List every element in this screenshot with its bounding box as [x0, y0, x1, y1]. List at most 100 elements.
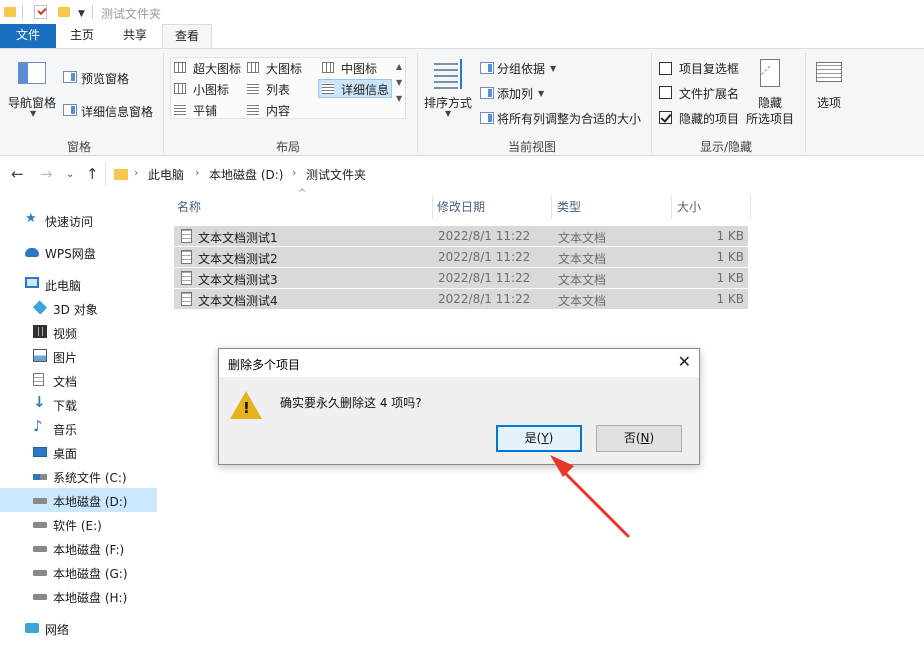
column-divider[interactable]	[671, 195, 672, 219]
table-row[interactable]: 文本文档测试2 2022/8/1 11:22 文本文档 1 KB	[174, 247, 748, 267]
size-all-columns-button[interactable]: 将所有列调整为合适的大小	[497, 110, 641, 127]
hidden-items-checkbox[interactable]	[659, 111, 672, 124]
sidebar-item[interactable]: ★ 快速访问	[0, 208, 157, 232]
breadcrumb-this-pc[interactable]: 此电脑	[148, 166, 184, 183]
add-columns-button[interactable]: 添加列	[497, 85, 533, 102]
sidebar-item[interactable]: ↓ 下载	[0, 392, 157, 416]
title-bar: ▼ 测试文件夹	[0, 0, 924, 24]
column-divider[interactable]	[432, 195, 433, 219]
layout-medium-icons[interactable]: 中图标	[341, 60, 377, 77]
recent-locations-chevron-icon[interactable]: ⌄	[66, 169, 74, 180]
tab-share[interactable]: 共享	[111, 24, 159, 48]
sidebar-item-label: 3D 对象	[53, 303, 98, 317]
content-icon	[247, 104, 259, 115]
sidebar-item[interactable]: 此电脑	[0, 272, 157, 296]
options-button[interactable]: 选项	[817, 94, 841, 111]
column-divider[interactable]	[551, 195, 552, 219]
layout-gallery-scroll[interactable]: ▲ ▼ ▼	[396, 59, 402, 107]
sidebar-item[interactable]: 3D 对象	[0, 296, 157, 320]
chevron-down-icon[interactable]: ▼	[538, 89, 544, 98]
tab-home[interactable]: 主页	[58, 24, 106, 48]
address-bar[interactable]: › 此电脑 › 本地磁盘 (D:) › 测试文件夹	[105, 162, 924, 186]
breadcrumb-chevron-icon[interactable]: ›	[134, 166, 138, 179]
back-arrow-icon[interactable]: ←	[11, 165, 24, 183]
column-header-type[interactable]: 类型	[557, 198, 581, 215]
chevron-down-icon[interactable]: ▼	[550, 64, 556, 73]
column-header-size[interactable]: 大小	[677, 198, 701, 215]
preview-pane-icon[interactable]	[63, 71, 77, 83]
cube-icon	[32, 300, 48, 315]
new-folder-icon[interactable]	[58, 7, 70, 17]
details-pane-icon[interactable]	[63, 104, 77, 116]
close-icon[interactable]: ✕	[678, 352, 691, 371]
file-name: 文本文档测试4	[198, 294, 278, 308]
chevron-down-icon[interactable]: ▼	[445, 109, 451, 118]
file-name: 文本文档测试2	[198, 252, 278, 266]
size-columns-icon	[480, 112, 494, 124]
hide-selected-label-1[interactable]: 隐藏	[758, 94, 782, 111]
show-hide-group-label: 显示/隐藏	[700, 140, 753, 154]
forward-arrow-icon[interactable]: →	[40, 165, 53, 183]
file-size: 1 KB	[716, 250, 744, 264]
properties-icon[interactable]	[34, 5, 47, 19]
layout-details[interactable]: 详细信息	[341, 81, 389, 98]
sidebar-item[interactable]: 本地磁盘 (F:)	[0, 536, 157, 560]
layout-tiles[interactable]: 平铺	[193, 102, 217, 119]
sidebar-item[interactable]: 本地磁盘 (H:)	[0, 584, 157, 608]
breadcrumb-test-folder[interactable]: 测试文件夹	[306, 166, 366, 183]
layout-small-icons[interactable]: 小图标	[193, 81, 229, 98]
chevron-down-icon[interactable]: ▼	[30, 109, 36, 118]
sidebar-item[interactable]: 图片	[0, 344, 157, 368]
picture-icon	[33, 349, 47, 362]
sidebar-item[interactable]: 文档	[0, 368, 157, 392]
yes-button[interactable]: 是(Y)	[496, 425, 582, 452]
column-header-date[interactable]: 修改日期	[437, 198, 485, 215]
details-pane-button[interactable]: 详细信息窗格	[81, 103, 153, 120]
navigation-pane: ★ 快速访问 WPS网盘此电脑 3D 对象视频图片文档 ↓ 下载 ♪ 音乐 桌面 系统文件 (C:…	[0, 195, 157, 655]
hide-selected-icon[interactable]	[760, 59, 780, 87]
yes-button-label: 是	[524, 431, 537, 445]
item-checkboxes-checkbox[interactable]	[659, 62, 672, 75]
sidebar-item[interactable]: 视频	[0, 320, 157, 344]
file-size: 1 KB	[716, 271, 744, 285]
toolbar-divider	[92, 5, 93, 19]
file-explorer-window: ▼ 测试文件夹 文件 主页 共享 查看 导航窗格 ▼ 预览窗格 详细信息窗格 窗…	[0, 0, 924, 655]
navigation-bar: ← → ⌄ ↑ › 此电脑 › 本地磁盘 (D:) › 测试文件夹	[0, 157, 924, 191]
sidebar-item[interactable]: 网络	[0, 616, 157, 640]
table-row[interactable]: 文本文档测试3 2022/8/1 11:22 文本文档 1 KB	[174, 268, 748, 288]
breadcrumb-drive-d[interactable]: 本地磁盘 (D:)	[209, 166, 283, 183]
sidebar-item[interactable]: 系统文件 (C:)	[0, 464, 157, 488]
tab-view[interactable]: 查看	[162, 24, 212, 49]
column-divider[interactable]	[750, 195, 751, 219]
up-arrow-icon[interactable]: ↑	[86, 165, 99, 183]
layout-extra-large-icons[interactable]: 超大图标	[193, 60, 241, 77]
table-row[interactable]: 文本文档测试1 2022/8/1 11:22 文本文档 1 KB	[174, 226, 748, 246]
group-by-button[interactable]: 分组依据	[497, 60, 545, 77]
sidebar-item[interactable]: WPS网盘	[0, 240, 157, 264]
hide-selected-label-2[interactable]: 所选项目	[746, 110, 794, 127]
breadcrumb-chevron-icon[interactable]: ›	[195, 166, 199, 179]
customize-toolbar-icon[interactable]: ▼	[78, 9, 85, 19]
file-size: 1 KB	[716, 229, 744, 243]
column-header-name[interactable]: 名称	[177, 198, 201, 215]
table-row[interactable]: 文本文档测试4 2022/8/1 11:22 文本文档 1 KB	[174, 289, 748, 309]
options-icon[interactable]	[816, 62, 842, 82]
sidebar-item-label: 图片	[53, 351, 78, 365]
layout-content[interactable]: 内容	[266, 102, 290, 119]
sidebar-item[interactable]: 软件 (E:)	[0, 512, 157, 536]
sidebar-item[interactable]: 本地磁盘 (G:)	[0, 560, 157, 584]
navigation-pane-icon[interactable]	[18, 62, 46, 84]
file-extensions-checkbox[interactable]	[659, 86, 672, 99]
file-type: 文本文档	[558, 252, 607, 266]
sidebar-item[interactable]: 本地磁盘 (D:)	[0, 488, 157, 512]
preview-pane-button[interactable]: 预览窗格	[81, 70, 129, 87]
folder-icon	[4, 7, 16, 17]
sidebar-item[interactable]: ♪ 音乐	[0, 416, 157, 440]
tab-file[interactable]: 文件	[0, 24, 56, 48]
breadcrumb-chevron-icon[interactable]: ›	[292, 166, 296, 179]
no-button[interactable]: 否(N)	[596, 425, 682, 452]
layout-list[interactable]: 列表	[266, 81, 290, 98]
sidebar-item[interactable]: 桌面	[0, 440, 157, 464]
layout-large-icons[interactable]: 大图标	[266, 60, 302, 77]
sort-by-icon[interactable]	[434, 59, 458, 89]
